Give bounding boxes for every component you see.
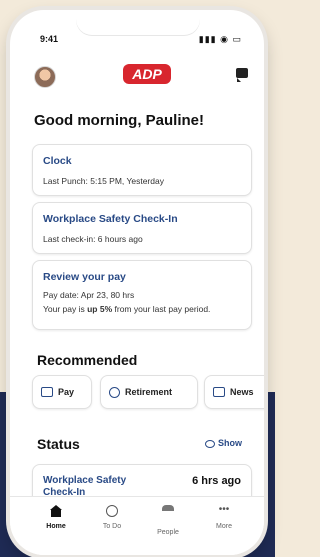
recommended-title: Recommended: [37, 352, 138, 368]
clock-card-subtitle: Last Punch: 5:15 PM, Yesterday: [43, 176, 164, 186]
clock-time: 9:41: [40, 34, 59, 44]
clock-card-title: Clock: [43, 155, 72, 167]
pay-icon: [41, 387, 53, 397]
app-header: ADP: [10, 54, 264, 100]
pay-change-text: Your pay is up 5% from your last pay per…: [43, 304, 210, 314]
show-label: Show: [218, 438, 242, 448]
tab-people[interactable]: People: [142, 505, 194, 536]
tab-todo[interactable]: To Do: [86, 505, 138, 530]
clock-card[interactable]: Clock Last Punch: 5:15 PM, Yesterday: [32, 144, 252, 196]
signal-wifi-battery-icon: ▮▮▮ ◉ ▭: [198, 34, 242, 44]
adp-logo: ADP: [123, 64, 171, 84]
home-icon: [50, 505, 62, 517]
tab-people-label: People: [157, 529, 179, 536]
safety-checkin-card[interactable]: Workplace Safety Check-In Last check-in:…: [32, 202, 252, 254]
pay-change-prefix: Your pay is: [43, 304, 88, 314]
piggy-bank-icon: [109, 386, 120, 398]
news-icon: [213, 387, 225, 397]
tab-todo-label: To Do: [102, 523, 122, 530]
recommended-retirement-chip[interactable]: Retirement: [100, 375, 198, 409]
safety-card-title: Workplace Safety Check-In: [43, 213, 178, 225]
phone-frame: 9:41 ▮▮▮ ◉ ▭ ADP Good morning, Pauline! …: [10, 10, 264, 555]
greeting-title: Good morning, Pauline!: [34, 112, 204, 129]
avatar[interactable]: [34, 66, 56, 88]
pay-change-suffix: from your last pay period.: [112, 304, 211, 314]
phone-notch: [76, 10, 200, 36]
tab-home[interactable]: Home: [30, 505, 82, 530]
news-chip-label: News: [230, 387, 254, 397]
bottom-tab-bar: Home To Do People ••• More: [10, 496, 264, 555]
review-pay-card[interactable]: Review your pay Pay date: Apr 23, 80 hrs…: [32, 260, 252, 330]
recommended-news-chip[interactable]: News: [204, 375, 264, 409]
tab-home-label: Home: [46, 523, 66, 530]
pay-chip-label: Pay: [58, 387, 75, 397]
show-status-link[interactable]: Show: [205, 438, 242, 448]
tab-more-label: More: [216, 523, 232, 530]
tab-more[interactable]: ••• More: [198, 504, 250, 531]
status-item-time: 6 hrs ago: [192, 475, 241, 487]
checklist-icon: [106, 505, 118, 517]
recommended-pay-chip[interactable]: Pay: [32, 375, 92, 409]
eye-icon: [205, 439, 215, 448]
people-icon: [162, 505, 174, 523]
chat-icon[interactable]: [236, 68, 248, 82]
more-dots-icon: •••: [218, 504, 230, 515]
pay-date-text: Pay date: Apr 23, 80 hrs: [43, 290, 135, 300]
retirement-chip-label: Retirement: [125, 387, 173, 397]
status-bar: 9:41 ▮▮▮ ◉ ▭: [10, 10, 264, 54]
pay-card-title: Review your pay: [43, 271, 126, 283]
status-title: Status: [37, 436, 80, 452]
safety-card-subtitle: Last check-in: 6 hours ago: [43, 234, 143, 244]
pay-change-bold: up 5%: [87, 304, 113, 314]
